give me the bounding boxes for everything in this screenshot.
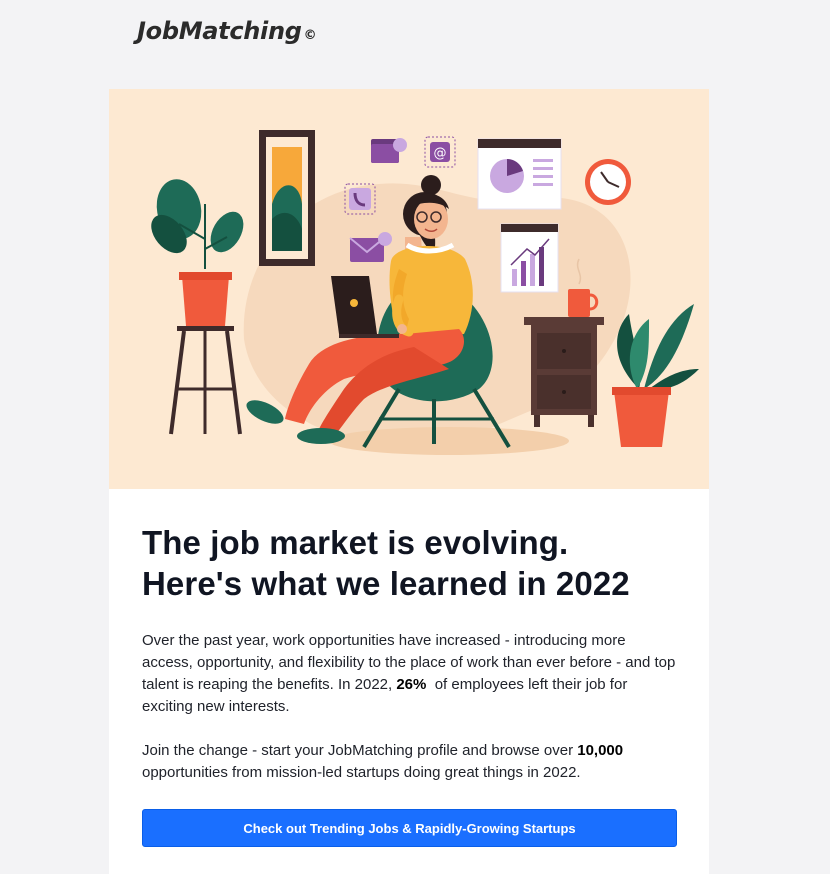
svg-text:@: @ <box>434 146 447 161</box>
stat-26-percent: 26% <box>396 676 427 693</box>
plant-right <box>612 304 699 447</box>
growth-window <box>500 223 559 293</box>
intro-paragraph: Over the past year, work opportunities h… <box>142 630 676 718</box>
copyright-icon: © <box>303 28 317 43</box>
email-page: JobMatching © @ The job market is evolvi… <box>0 0 830 874</box>
stat-10000: 10,000 <box>577 742 624 759</box>
join-paragraph: Join the change - start your JobMatching… <box>142 740 676 784</box>
plant-stool <box>151 179 244 435</box>
article-body: The job market is evolving. Here's what … <box>109 522 709 847</box>
join-text: Join the change - start your JobMatching… <box>142 742 578 759</box>
clock <box>585 159 631 205</box>
trending-jobs-button[interactable]: Check out Trending Jobs & Rapidly-Growin… <box>142 809 677 847</box>
wall-picture <box>259 130 315 266</box>
headline-line-2: Here's what we learned in 2022 <box>142 565 630 602</box>
chart-window <box>477 138 562 210</box>
hero-illustration: @ <box>109 89 709 489</box>
email-card: @ The job market is evolving. Here's wha… <box>109 89 709 874</box>
headline-line-1: The job market is evolving. <box>142 524 569 561</box>
brand-logo[interactable]: JobMatching © <box>137 17 317 45</box>
join-text-end: opportunities from mission-led startups … <box>142 764 581 781</box>
headline: The job market is evolving. Here's what … <box>142 522 676 604</box>
brand-name: JobMatching <box>137 17 302 45</box>
